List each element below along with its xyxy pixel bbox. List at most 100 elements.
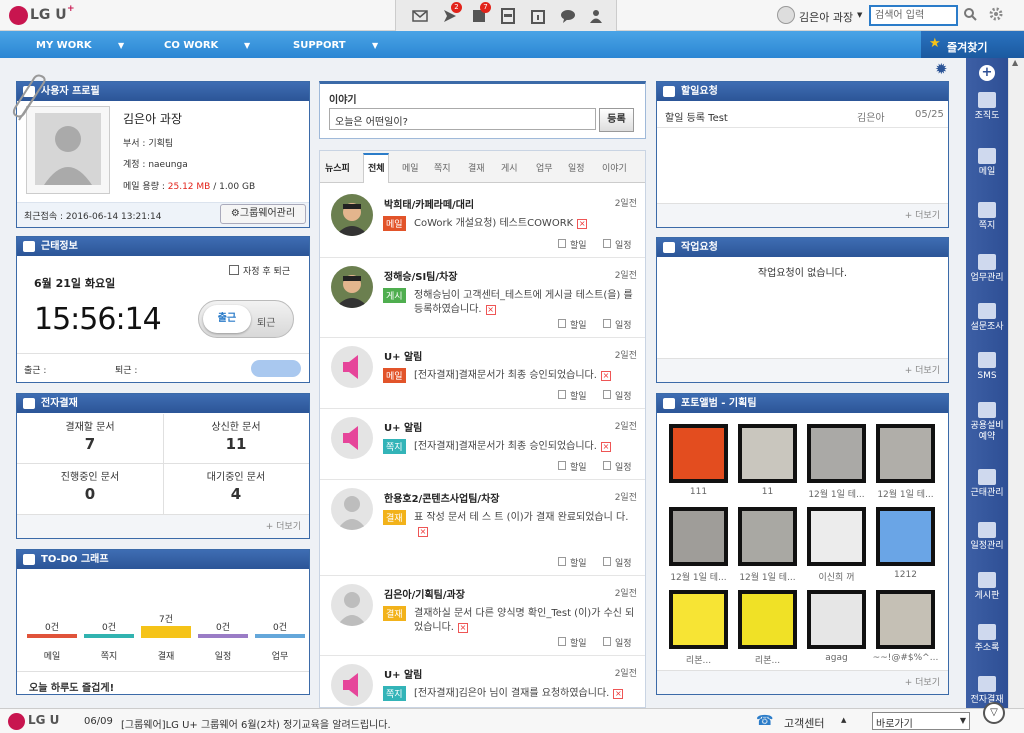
feed-action-todo[interactable]: 할일	[570, 318, 587, 331]
settings-gear-icon[interactable]: ✹	[935, 60, 948, 78]
sidebar-item[interactable]: 설문조사	[966, 303, 1008, 333]
chevron-down-icon[interactable]: ▽	[983, 702, 1005, 724]
tab-4[interactable]: 결재	[468, 161, 485, 174]
approval-stat[interactable]: 진행중인 문서 0	[17, 468, 163, 503]
feed-text[interactable]: 정해승님이 고객센터_테스트에 게시글 테스트(을) 를 등록하였습니다. ×	[414, 289, 639, 317]
checkin-toggle[interactable]: 출근 퇴근	[198, 300, 294, 338]
tab-0[interactable]: 뉴스피	[325, 161, 350, 174]
nav-support[interactable]: SUPPORT	[293, 40, 346, 51]
sidebar-item[interactable]: 메일	[966, 148, 1008, 178]
photo-thumbnail[interactable]	[669, 424, 728, 483]
close-icon[interactable]: ×	[613, 689, 624, 699]
sidebar-item[interactable]: 근태관리	[966, 469, 1008, 499]
goto-select[interactable]: 바로가기 ▼	[872, 712, 970, 730]
chevron-down-icon[interactable]: ▼	[857, 11, 862, 19]
feed-action-schedule[interactable]: 일정	[615, 460, 632, 473]
feed-action-todo[interactable]: 할일	[570, 389, 587, 402]
chevron-down-icon[interactable]: ▼	[244, 41, 250, 50]
sidebar-item[interactable]: 조직도	[966, 92, 1008, 122]
photo-thumbnail[interactable]	[876, 590, 935, 649]
approval-stat[interactable]: 대기중인 문서 4	[163, 468, 309, 503]
search-icon[interactable]	[963, 7, 977, 21]
sidebar-item[interactable]: 주소록	[966, 624, 1008, 654]
chevron-up-icon[interactable]: ▲	[841, 716, 846, 724]
close-icon[interactable]: ×	[600, 371, 611, 381]
feed-action-schedule[interactable]: 일정	[615, 389, 632, 402]
support-link[interactable]: 고객센터	[784, 715, 824, 731]
photo-thumbnail[interactable]	[669, 507, 728, 566]
sidebar-item[interactable]: SMS	[966, 352, 1008, 382]
feed-text[interactable]: [전자결재]결재문서가 최종 승인되었습니다. ×	[414, 369, 639, 383]
add-user-icon[interactable]	[589, 8, 605, 24]
feed-action-todo[interactable]: 할일	[570, 636, 587, 649]
photo-thumbnail[interactable]	[876, 424, 935, 483]
close-icon[interactable]: ×	[457, 623, 468, 633]
sidebar-item[interactable]: 공용설비 예약	[966, 402, 1008, 443]
sidebar-item[interactable]: 업무관리	[966, 254, 1008, 284]
calendar-icon[interactable]	[530, 8, 546, 24]
sidebar-item[interactable]: 쪽지	[966, 202, 1008, 232]
scrollbar[interactable]: ▲	[1008, 58, 1024, 708]
feed-text[interactable]: 결재하실 문서 다른 양식명 확인_Test (이)가 수신 되었습니다. ×	[414, 607, 639, 635]
feed-action-todo[interactable]: 할일	[570, 556, 587, 569]
close-icon[interactable]: ×	[485, 305, 496, 315]
board-icon[interactable]	[500, 8, 516, 24]
chat-icon[interactable]	[560, 8, 576, 24]
photo-thumbnail[interactable]	[669, 590, 728, 649]
more-link[interactable]: + 더보기	[266, 519, 301, 532]
tab-6[interactable]: 업무	[536, 161, 553, 174]
gear-icon[interactable]	[989, 7, 1003, 21]
chevron-down-icon[interactable]: ▼	[372, 41, 378, 50]
notice-text[interactable]: [그룹웨어]LG U+ 그룹웨어 6월(2차) 정기교육을 알려드립니다.	[121, 716, 391, 731]
feed-text[interactable]: [전자결재]김은아 님이 결재를 요청하였습니다. ×	[414, 687, 639, 701]
photo-thumbnail[interactable]	[738, 424, 797, 483]
photo-thumbnail[interactable]	[738, 507, 797, 566]
sidebar-item[interactable]: 일정관리	[966, 522, 1008, 552]
user-name[interactable]: 김은아 과장	[799, 9, 853, 25]
sidebar-item[interactable]: 게시판	[966, 572, 1008, 602]
task-row-title[interactable]: 할일 등록 Test	[665, 109, 728, 124]
tab-8[interactable]: 이야기	[602, 161, 627, 174]
tab-1[interactable]: 전체	[368, 161, 385, 174]
close-icon[interactable]: ×	[577, 219, 588, 229]
photo-thumbnail[interactable]	[807, 424, 866, 483]
feed-text[interactable]: [전자결재]결재문서가 최종 승인되었습니다. ×	[414, 440, 639, 454]
tab-3[interactable]: 쪽지	[434, 161, 451, 174]
more-link[interactable]: + 더보기	[905, 675, 940, 688]
more-link[interactable]: + 더보기	[905, 208, 940, 221]
nav-co-work[interactable]: CO WORK	[164, 40, 218, 51]
close-icon[interactable]: ×	[418, 527, 428, 537]
note-icon[interactable]: 2	[442, 2, 462, 24]
photo-thumbnail[interactable]	[738, 590, 797, 649]
photo-thumbnail[interactable]	[807, 507, 866, 566]
mail-icon[interactable]	[412, 8, 428, 24]
tab-7[interactable]: 일정	[568, 161, 585, 174]
avatar[interactable]	[777, 6, 795, 24]
chevron-down-icon[interactable]: ▼	[118, 41, 124, 50]
search-input[interactable]: 검색어 입력	[869, 5, 958, 26]
feed-action-schedule[interactable]: 일정	[615, 556, 632, 569]
story-input[interactable]: 오늘은 어떤일이?	[329, 108, 596, 130]
feed-action-schedule[interactable]: 일정	[615, 318, 632, 331]
groupware-settings-button[interactable]: ⚙그룹웨어관리	[220, 204, 306, 224]
check-out-button[interactable]: 퇴근	[257, 314, 275, 329]
photo-thumbnail[interactable]	[876, 507, 935, 566]
approval-stat[interactable]: 상신한 문서 11	[163, 418, 309, 453]
feed-action-todo[interactable]: 할일	[570, 238, 587, 251]
close-icon[interactable]: ×	[600, 442, 611, 452]
tab-5[interactable]: 게시	[501, 161, 518, 174]
approval-stat[interactable]: 결재할 문서 7	[17, 418, 163, 453]
nav-my-work[interactable]: MY WORK	[36, 40, 92, 51]
feed-text[interactable]: CoWork 개설요청) 테스트COWORK ×	[414, 217, 639, 231]
more-link[interactable]: + 더보기	[905, 363, 940, 376]
feed-action-schedule[interactable]: 일정	[615, 238, 632, 251]
favorites-button[interactable]: ★ 즐겨찾기	[921, 31, 1024, 58]
approval-icon[interactable]: 7	[471, 2, 491, 24]
check-in-button[interactable]: 출근	[203, 305, 251, 333]
register-button[interactable]: 등록	[599, 108, 634, 132]
photo-thumbnail[interactable]	[807, 590, 866, 649]
tab-2[interactable]: 메일	[402, 161, 419, 174]
auto-checkout-checkbox[interactable]	[229, 265, 239, 275]
plus-icon[interactable]: +	[979, 65, 995, 81]
feed-action-schedule[interactable]: 일정	[615, 636, 632, 649]
